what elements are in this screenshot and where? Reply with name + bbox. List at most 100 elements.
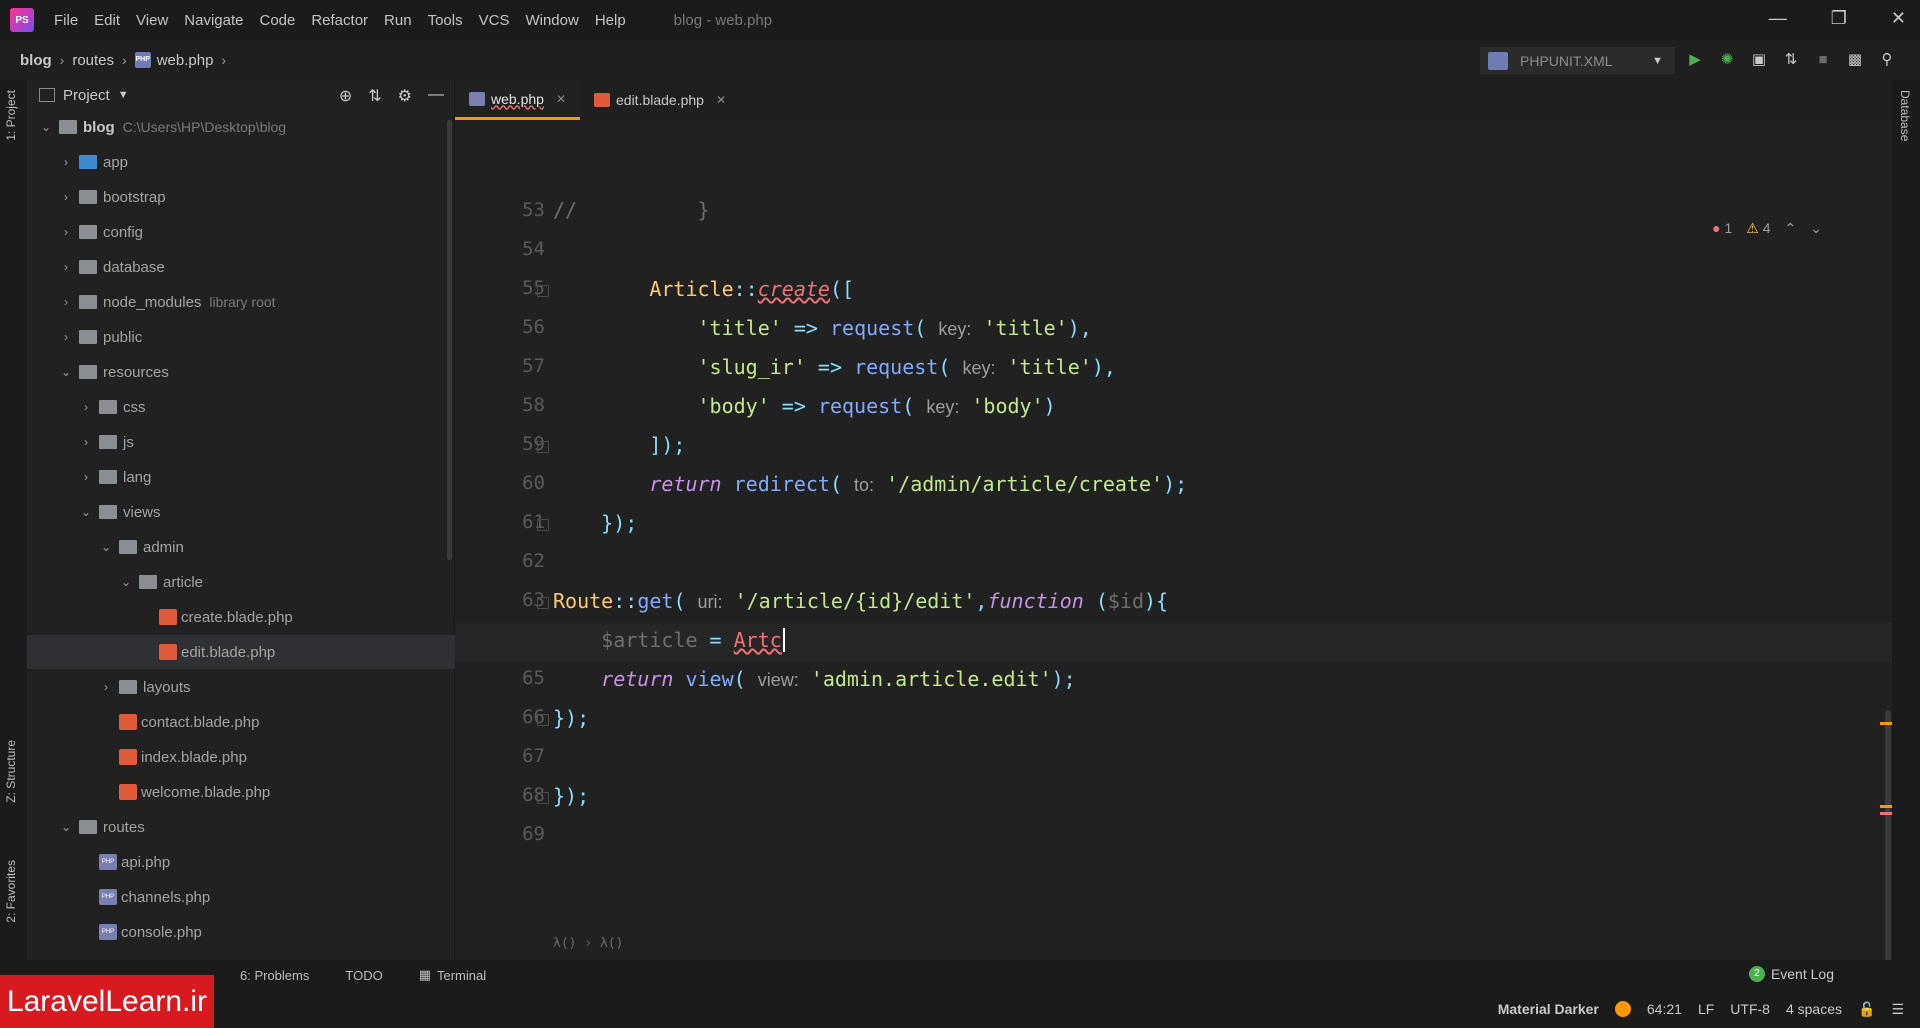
fold-marker[interactable] xyxy=(537,597,549,609)
profile-icon[interactable]: ⇅ xyxy=(1782,50,1800,68)
chevron-right-icon[interactable]: › xyxy=(79,435,93,449)
breadcrumb-file[interactable]: web.php xyxy=(157,52,214,69)
stop-icon[interactable]: ■ xyxy=(1814,50,1832,68)
menu-item-help[interactable]: Help xyxy=(587,12,634,29)
menu-item-vcs[interactable]: VCS xyxy=(471,12,518,29)
chevron-down-icon[interactable]: ⌄ xyxy=(59,365,73,379)
structure-tool-tab[interactable]: Z: Structure xyxy=(4,740,18,803)
database-tool-tab[interactable]: Database xyxy=(1898,90,1912,141)
fold-marker[interactable] xyxy=(537,441,549,453)
problems-tab[interactable]: 6: Problems xyxy=(240,968,309,983)
chevron-down-icon[interactable]: ⌄ xyxy=(59,820,73,834)
code-line-60[interactable]: return redirect( to: '/admin/article/cre… xyxy=(553,469,1187,499)
run-icon[interactable]: ▶ xyxy=(1686,50,1704,68)
run-configuration-select[interactable]: PHPUNIT.XML ▼ xyxy=(1480,47,1675,74)
theme-name[interactable]: Material Darker xyxy=(1498,1001,1599,1017)
coverage-icon[interactable]: ▣ xyxy=(1750,50,1768,68)
tree-item[interactable]: › layouts xyxy=(27,670,455,704)
menu-item-code[interactable]: Code xyxy=(251,12,303,29)
chevron-right-icon[interactable]: › xyxy=(59,260,73,274)
chevron-right-icon[interactable]: › xyxy=(59,330,73,344)
code-breadcrumb[interactable]: λ() › λ() xyxy=(553,936,623,951)
tree-item[interactable]: index.blade.php xyxy=(27,740,455,774)
tree-item[interactable]: › node_modules library root xyxy=(27,285,455,319)
caret-position[interactable]: 64:21 xyxy=(1647,1001,1682,1017)
tree-item[interactable]: › database xyxy=(27,250,455,284)
file-encoding[interactable]: UTF-8 xyxy=(1730,1001,1770,1017)
tree-item[interactable]: ⌄ article xyxy=(27,565,455,599)
menu-item-tools[interactable]: Tools xyxy=(420,12,471,29)
code-line-64[interactable]: $article = Artc xyxy=(553,625,785,655)
close-icon[interactable]: ✕ xyxy=(1891,8,1906,29)
tree-item[interactable]: ⌄ admin xyxy=(27,530,455,564)
chevron-right-icon[interactable]: › xyxy=(79,400,93,414)
search-icon[interactable]: ⚲ xyxy=(1878,50,1896,68)
tree-item[interactable]: › css xyxy=(27,390,455,424)
fold-marker[interactable] xyxy=(537,714,549,726)
event-log[interactable]: 2 Event Log xyxy=(1748,966,1834,982)
collapse-all-icon[interactable]: ⇅ xyxy=(368,86,381,106)
chevron-right-icon[interactable]: › xyxy=(79,470,93,484)
chevron-right-icon[interactable]: › xyxy=(59,155,73,169)
code-line-65[interactable]: return view( view: 'admin.article.edit')… xyxy=(553,664,1076,694)
breadcrumb-folder[interactable]: routes xyxy=(72,52,114,69)
project-tool-tab[interactable]: 1: Project xyxy=(4,90,18,141)
chevron-down-icon[interactable]: ⌄ xyxy=(39,120,53,134)
lock-icon[interactable]: 🔓 xyxy=(1858,1001,1875,1018)
editor-scrollbar[interactable] xyxy=(1885,710,1891,1000)
hide-icon[interactable]: — xyxy=(428,86,444,106)
code-line-66[interactable]: }); xyxy=(553,703,589,733)
code-line-58[interactable]: 'body' => request( key: 'body') xyxy=(553,391,1056,421)
tree-item[interactable]: PHP api.php xyxy=(27,845,455,879)
menu-item-refactor[interactable]: Refactor xyxy=(303,12,376,29)
breadcrumb-project[interactable]: blog xyxy=(20,52,52,69)
close-icon[interactable]: ✕ xyxy=(716,93,726,107)
fold-marker[interactable] xyxy=(537,519,549,531)
tab-web-php[interactable]: web.php ✕ xyxy=(455,80,580,120)
locate-icon[interactable]: ⊕ xyxy=(339,86,352,106)
menu-item-edit[interactable]: Edit xyxy=(86,12,128,29)
tree-item[interactable]: edit.blade.php xyxy=(27,635,455,669)
menu-item-run[interactable]: Run xyxy=(376,12,420,29)
tree-item[interactable]: contact.blade.php xyxy=(27,705,455,739)
line-separator[interactable]: LF xyxy=(1698,1001,1714,1017)
chevron-down-icon[interactable]: ⌄ xyxy=(79,505,93,519)
tree-item[interactable]: › app xyxy=(27,145,455,179)
tree-item[interactable]: ⌄ routes xyxy=(27,810,455,844)
tree-item[interactable]: PHP console.php xyxy=(27,915,455,949)
code-line-61[interactable]: }); xyxy=(553,508,637,538)
tree-item[interactable]: create.blade.php xyxy=(27,600,455,634)
code-line-59[interactable]: ]); xyxy=(553,430,685,460)
project-panel-title[interactable]: Project xyxy=(63,87,110,104)
menu-item-file[interactable]: File xyxy=(46,12,86,29)
terminal-tab[interactable]: Terminal xyxy=(437,968,486,983)
minimize-icon[interactable]: — xyxy=(1769,8,1787,29)
fold-marker[interactable] xyxy=(537,285,549,297)
tree-item[interactable]: › lang xyxy=(27,460,455,494)
fold-marker[interactable] xyxy=(537,792,549,804)
chevron-right-icon[interactable]: › xyxy=(59,295,73,309)
close-icon[interactable]: ✕ xyxy=(556,92,566,106)
chevron-up-icon[interactable]: ⌃ xyxy=(1785,220,1797,237)
tree-item[interactable]: ⌄ views xyxy=(27,495,455,529)
inspection-widget[interactable]: ● 1 ⚠ 4 ⌃ ⌄ xyxy=(1712,220,1822,237)
chevron-down-icon[interactable]: ⌄ xyxy=(1810,220,1822,237)
chevron-down-icon[interactable]: ⌄ xyxy=(99,540,113,554)
chevron-right-icon[interactable]: › xyxy=(99,680,113,694)
chevron-down-icon[interactable]: ▼ xyxy=(118,89,129,101)
tree-item[interactable]: › js xyxy=(27,425,455,459)
menu-item-window[interactable]: Window xyxy=(517,12,586,29)
code-line-68[interactable]: }); xyxy=(553,781,589,811)
code-line-56[interactable]: 'title' => request( key: 'title'), xyxy=(553,313,1092,343)
restore-icon[interactable]: ❐ xyxy=(1831,8,1847,29)
favorites-tool-tab[interactable]: 2: Favorites xyxy=(4,860,18,923)
tree-item[interactable]: ⌄ blog C:\Users\HP\Desktop\blog xyxy=(27,110,455,144)
code-line-63[interactable]: Route::get( uri: '/article/{id}/edit',fu… xyxy=(553,586,1168,616)
tree-item[interactable]: › config xyxy=(27,215,455,249)
indent-setting[interactable]: 4 spaces xyxy=(1786,1001,1842,1017)
menu-item-navigate[interactable]: Navigate xyxy=(176,12,251,29)
tree-item[interactable]: ⌄ resources xyxy=(27,355,455,389)
layout-icon[interactable]: ▩ xyxy=(1846,50,1864,68)
debug-icon[interactable]: ✺ xyxy=(1718,50,1736,68)
tree-item[interactable]: welcome.blade.php xyxy=(27,775,455,809)
